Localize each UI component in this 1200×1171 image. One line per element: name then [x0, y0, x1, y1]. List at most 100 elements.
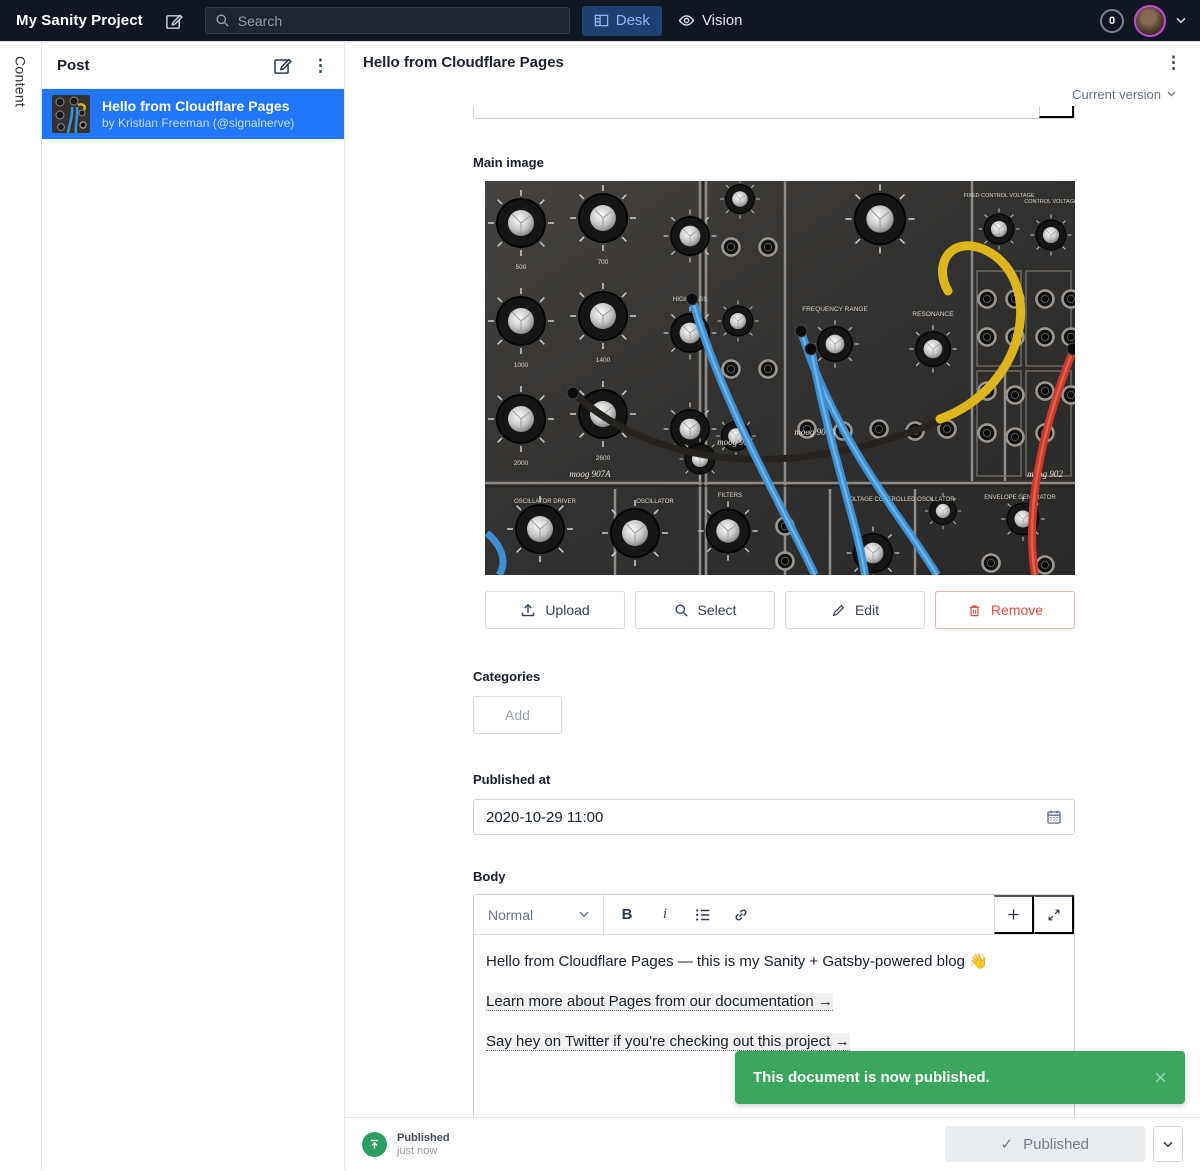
- list-panel-header: Post ⋮: [42, 42, 344, 89]
- published-at-field[interactable]: [473, 799, 1075, 835]
- svg-text:OSCILLATOR: OSCILLATOR: [636, 499, 674, 505]
- block-style-value: Normal: [488, 907, 533, 923]
- upload-button[interactable]: Upload: [485, 591, 625, 629]
- select-button-label: Select: [698, 602, 737, 618]
- tool-tabs: Desk Vision: [582, 6, 755, 36]
- check-icon: ✓: [1001, 1135, 1014, 1153]
- compose-icon: [165, 12, 183, 30]
- document-footer: Published just now ✓ Published: [345, 1117, 1200, 1170]
- expand-icon: [1047, 908, 1061, 922]
- post-thumbnail: [52, 95, 90, 133]
- tab-desk-label: Desk: [616, 12, 650, 29]
- left-rail: Content: [0, 42, 42, 1170]
- bullet-list-icon: [695, 908, 711, 922]
- slug-field-clipped[interactable]: [473, 106, 1075, 119]
- remove-button-label: Remove: [991, 602, 1043, 618]
- main-image[interactable]: 500700 HIGH PASS 10001400 20002600 FREQU…: [485, 181, 1075, 575]
- body-paragraph[interactable]: Hello from Cloudflare Pages — this is my…: [486, 951, 1062, 972]
- field-label-published-at: Published at: [473, 772, 1075, 787]
- publish-status-meta[interactable]: Published just now: [397, 1132, 450, 1157]
- published-button-label: Published: [1023, 1136, 1089, 1153]
- post-item-subtitle: by Kristian Freeman (@signalnerve): [102, 115, 294, 131]
- calendar-icon[interactable]: [1046, 809, 1062, 825]
- upload-button-label: Upload: [545, 602, 589, 618]
- post-list-panel: Post ⋮ Hello from Cloudflare Pages by Kr…: [42, 42, 345, 1170]
- compose-icon: [273, 56, 292, 75]
- svg-text:500: 500: [516, 264, 527, 271]
- svg-text:CONTROL VOLTAGE: CONTROL VOLTAGE: [1024, 199, 1075, 205]
- published-button[interactable]: ✓ Published: [945, 1126, 1145, 1162]
- search-icon: [215, 13, 230, 28]
- remove-button[interactable]: Remove: [935, 591, 1075, 629]
- publish-status-label: Published: [397, 1132, 450, 1144]
- pencil-icon: [831, 603, 846, 618]
- tab-vision[interactable]: Vision: [666, 6, 755, 36]
- svg-text:RESONANCE: RESONANCE: [912, 311, 954, 318]
- svg-text:1000: 1000: [514, 362, 529, 369]
- italic-button[interactable]: i: [650, 900, 680, 930]
- field-label-main-image: Main image: [473, 155, 1075, 170]
- svg-text:1400: 1400: [596, 357, 611, 364]
- top-navbar: My Sanity Project Desk Vision 0: [0, 0, 1200, 42]
- chevron-down-icon: [1163, 1141, 1173, 1148]
- publish-menu-button[interactable]: [1153, 1126, 1183, 1162]
- edit-button[interactable]: Edit: [785, 591, 925, 629]
- project-title: My Sanity Project: [16, 12, 143, 29]
- slug-input[interactable]: [474, 106, 1039, 118]
- body-editor: Normal B i: [473, 894, 1075, 1144]
- select-button[interactable]: Select: [635, 591, 775, 629]
- search-input[interactable]: [238, 13, 560, 29]
- slug-generate-button[interactable]: [1039, 106, 1074, 118]
- trash-icon: [967, 603, 982, 618]
- bold-button[interactable]: B: [612, 900, 642, 930]
- list-item[interactable]: Hello from Cloudflare Pages by Kristian …: [42, 89, 344, 139]
- create-post-button[interactable]: [273, 56, 292, 75]
- add-category-button[interactable]: Add: [473, 696, 562, 734]
- chevron-down-icon: [1167, 91, 1176, 97]
- close-icon[interactable]: ×: [1154, 1067, 1167, 1089]
- insert-block-button[interactable]: [994, 895, 1034, 934]
- plus-icon: [1006, 907, 1021, 922]
- publish-toast: This document is now published. ×: [735, 1051, 1185, 1104]
- kebab-icon: ⋮: [312, 57, 329, 74]
- panel-menu-button[interactable]: ⋮: [312, 57, 329, 74]
- post-item-text: Hello from Cloudflare Pages by Kristian …: [102, 97, 294, 131]
- synth-photo: 500700 HIGH PASS 10001400 20002600 FREQU…: [485, 181, 1075, 575]
- document-form-scroll[interactable]: Main image: [345, 106, 1200, 1170]
- upload-icon: [520, 602, 536, 618]
- body-toolbar: Normal B i: [474, 895, 1074, 935]
- block-style-select[interactable]: Normal: [474, 895, 604, 934]
- tab-vision-label: Vision: [702, 12, 743, 29]
- chevron-down-icon[interactable]: [1176, 17, 1186, 24]
- user-avatar[interactable]: [1134, 5, 1166, 37]
- link-icon: [733, 907, 749, 923]
- field-label-categories: Categories: [473, 669, 1075, 684]
- svg-text:2000: 2000: [514, 460, 529, 467]
- panel-title: Post: [57, 57, 90, 74]
- document-menu-button[interactable]: ⋮: [1165, 54, 1182, 71]
- link-button[interactable]: [726, 900, 756, 930]
- notifications-badge[interactable]: 0: [1100, 9, 1124, 33]
- badge-count: 0: [1109, 15, 1115, 27]
- body-link[interactable]: Say hey on Twitter if you're checking ou…: [486, 1033, 850, 1051]
- body-link[interactable]: Learn more about Pages from our document…: [486, 993, 833, 1011]
- version-label: Current version: [1072, 87, 1161, 102]
- image-field-actions: Upload Select Edit: [485, 591, 1075, 629]
- svg-text:FREQUENCY RANGE: FREQUENCY RANGE: [802, 306, 868, 313]
- svg-text:2600: 2600: [596, 455, 611, 462]
- svg-text:ENVELOPE GENERATOR: ENVELOPE GENERATOR: [984, 495, 1056, 501]
- tab-desk[interactable]: Desk: [582, 6, 662, 36]
- bullet-list-button[interactable]: [688, 900, 718, 930]
- sidebar-item-content[interactable]: Content: [13, 56, 29, 1170]
- version-selector[interactable]: Current version: [345, 82, 1200, 106]
- chevron-down-icon: [579, 911, 589, 918]
- desk-icon: [594, 13, 609, 28]
- svg-text:moog 902: moog 902: [1027, 469, 1063, 479]
- field-label-body: Body: [473, 869, 1075, 884]
- new-document-button[interactable]: [165, 12, 183, 30]
- global-search[interactable]: [205, 7, 570, 34]
- kebab-icon: ⋮: [1165, 54, 1182, 71]
- published-at-input[interactable]: [486, 809, 1046, 826]
- fullscreen-button[interactable]: [1034, 895, 1074, 934]
- svg-text:FILTERS: FILTERS: [718, 493, 742, 499]
